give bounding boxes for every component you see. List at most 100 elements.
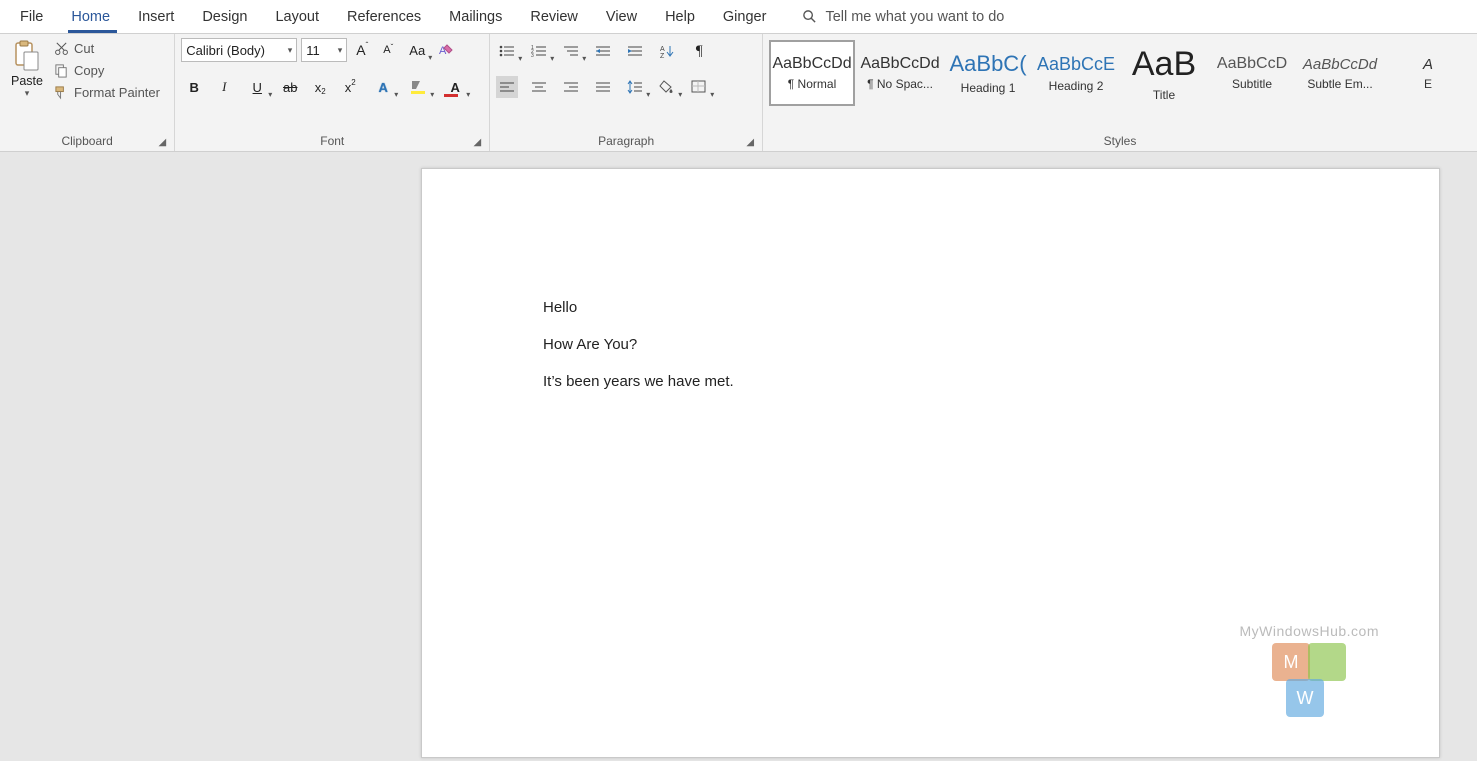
watermark: MyWindowsHub.com M W (1240, 623, 1379, 717)
tab-file[interactable]: File (6, 0, 57, 33)
tab-mailings[interactable]: Mailings (435, 0, 516, 33)
italic-button[interactable]: I (213, 76, 235, 98)
paragraph-launcher-icon[interactable]: ◢ (746, 137, 754, 148)
change-case-button[interactable]: Aa▾ (403, 39, 431, 61)
clear-formatting-button[interactable]: A (435, 39, 457, 61)
group-paragraph: ▾ 123▾ ▾ AZ ¶ (490, 34, 763, 151)
justify-button[interactable] (592, 76, 614, 98)
font-launcher-icon[interactable]: ◢ (474, 137, 482, 148)
paragraph-group-label: Paragraph ◢ (496, 132, 756, 151)
style-name: Title (1153, 88, 1175, 102)
tab-review[interactable]: Review (516, 0, 592, 33)
style-e[interactable]: AE (1385, 40, 1471, 106)
sort-button[interactable]: AZ (656, 40, 678, 62)
paste-icon (13, 40, 41, 72)
watermark-logo: M W (1272, 643, 1346, 717)
tab-home[interactable]: Home (57, 0, 124, 33)
subscript-button[interactable]: x2 (309, 76, 331, 98)
paintbrush-icon (54, 85, 69, 100)
numbering-button[interactable]: 123▾ (528, 40, 550, 62)
active-tab-underline (68, 30, 117, 33)
clipboard-group-label: Clipboard ◢ (6, 132, 168, 151)
style-preview: AaBbCcD (1217, 55, 1287, 73)
style-name: Subtle Em... (1307, 77, 1372, 91)
format-painter-button[interactable]: Format Painter (54, 85, 160, 100)
document-area: Hello How Are You? It’s been years we ha… (0, 152, 1477, 761)
watermark-text: MyWindowsHub.com (1240, 623, 1379, 639)
style-heading-2[interactable]: AaBbCcEHeading 2 (1033, 40, 1119, 106)
tab-layout[interactable]: Layout (261, 0, 333, 33)
cut-button[interactable]: Cut (54, 41, 160, 56)
multilevel-list-button[interactable]: ▾ (560, 40, 582, 62)
styles-group-label: Styles (769, 132, 1471, 151)
align-center-button[interactable] (528, 76, 550, 98)
scissors-icon (54, 41, 69, 56)
clipboard-launcher-icon[interactable]: ◢ (159, 137, 167, 148)
style-preview: A (1423, 56, 1433, 73)
bullets-button[interactable]: ▾ (496, 40, 518, 62)
copy-button[interactable]: Copy (54, 63, 160, 78)
align-left-button[interactable] (496, 76, 518, 98)
document-page[interactable]: Hello How Are You? It’s been years we ha… (421, 168, 1440, 758)
superscript-button[interactable]: x2 (339, 76, 361, 98)
shrink-font-button[interactable]: Aˇ (377, 39, 399, 61)
cut-label: Cut (74, 41, 94, 56)
borders-button[interactable]: ▾ (688, 76, 710, 98)
style-preview: AaBbCcE (1037, 54, 1115, 75)
chevron-down-icon: ▾ (25, 88, 30, 99)
style--no-spac-[interactable]: AaBbCcDd¶ No Spac... (857, 40, 943, 106)
strikethrough-button[interactable]: ab (279, 76, 301, 98)
ribbon: Paste ▾ Cut Copy (0, 34, 1477, 152)
font-color-button[interactable]: A▾ (441, 76, 469, 98)
tab-help[interactable]: Help (651, 0, 709, 33)
style-preview: AaB (1132, 45, 1196, 84)
style-name: ¶ Normal (788, 77, 836, 91)
document-line[interactable]: It’s been years we have met. (543, 373, 1439, 390)
copy-label: Copy (74, 63, 104, 78)
font-size-combo[interactable]: 11 ▾ (301, 38, 347, 62)
underline-button[interactable]: U▾ (243, 76, 271, 98)
font-name-combo[interactable]: Calibri (Body) ▾ (181, 38, 297, 62)
document-line[interactable]: Hello (543, 299, 1439, 316)
search-icon (802, 9, 817, 24)
grow-font-button[interactable]: Aˆ (351, 39, 373, 61)
align-right-button[interactable] (560, 76, 582, 98)
format-painter-label: Format Painter (74, 85, 160, 100)
style-title[interactable]: AaB Title (1121, 40, 1207, 106)
tab-design[interactable]: Design (188, 0, 261, 33)
bold-button[interactable]: B (183, 76, 205, 98)
shading-button[interactable]: ▾ (656, 76, 678, 98)
copy-icon (54, 63, 69, 78)
show-hide-marks-button[interactable]: ¶ (688, 40, 710, 62)
style-name: Subtitle (1232, 77, 1272, 91)
svg-text:A: A (660, 46, 665, 53)
font-group-label: Font ◢ (181, 132, 483, 151)
style-heading-1[interactable]: AaBbC(Heading 1 (945, 40, 1031, 106)
group-font: Calibri (Body) ▾ 11 ▾ Aˆ Aˇ Aa▾ A B I U▾… (175, 34, 490, 151)
tell-me-placeholder: Tell me what you want to do (825, 9, 1004, 25)
style--normal[interactable]: AaBbCcDd¶ Normal (769, 40, 855, 106)
paste-label: Paste (11, 74, 43, 88)
tab-view[interactable]: View (592, 0, 651, 33)
style-subtle-em-[interactable]: AaBbCcDdSubtle Em... (1297, 40, 1383, 106)
increase-indent-button[interactable] (624, 40, 646, 62)
tab-insert[interactable]: Insert (124, 0, 188, 33)
tab-ginger[interactable]: Ginger (709, 0, 781, 33)
svg-text:3: 3 (531, 53, 534, 58)
group-styles: AaBbCcDd¶ NormalAaBbCcDd¶ No Spac...AaBb… (763, 34, 1477, 151)
style-name: ¶ No Spac... (867, 77, 933, 91)
document-line[interactable]: How Are You? (543, 336, 1439, 353)
style-preview: AaBbC( (949, 51, 1026, 77)
style-name: E (1424, 77, 1432, 91)
text-effects-button[interactable]: A▾ (369, 76, 397, 98)
tab-references[interactable]: References (333, 0, 435, 33)
style-subtitle[interactable]: AaBbCcD Subtitle (1209, 40, 1295, 106)
line-spacing-button[interactable]: ▾ (624, 76, 646, 98)
paste-button[interactable]: Paste ▾ (6, 38, 48, 100)
decrease-indent-button[interactable] (592, 40, 614, 62)
tell-me-search[interactable]: Tell me what you want to do (802, 9, 1004, 25)
svg-text:Z: Z (660, 53, 665, 58)
highlight-button[interactable]: ▾ (405, 76, 433, 98)
font-name-value: Calibri (Body) (186, 43, 265, 58)
font-size-value: 11 (306, 43, 320, 58)
